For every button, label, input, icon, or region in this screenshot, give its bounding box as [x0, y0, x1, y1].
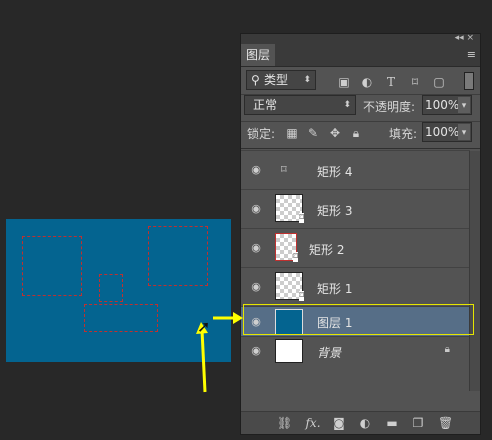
- folder-icon[interactable]: ▬: [385, 416, 399, 430]
- divider: [241, 148, 480, 149]
- filter-kind-label: 类型: [264, 73, 289, 87]
- fill-label: 填充:: [389, 127, 418, 141]
- fx-icon[interactable]: fx.: [303, 416, 323, 430]
- layer-row[interactable]: ◉ ⌑ 矩形 1: [241, 267, 470, 306]
- lock-label: 锁定:: [247, 127, 276, 141]
- lock-all-icon[interactable]: 🔒︎: [349, 126, 363, 140]
- eye-icon[interactable]: ◉: [249, 163, 263, 176]
- collapse-close-controls[interactable]: ◂◂ ×: [455, 33, 474, 43]
- shape-badge-icon: ⌑: [299, 291, 304, 301]
- opacity-label: 不透明度:: [363, 100, 416, 114]
- opacity-input[interactable]: 100% ▾: [422, 95, 472, 115]
- rect-selection: [84, 304, 158, 332]
- scrollbar[interactable]: [469, 151, 480, 391]
- layers-panel: ◂◂ × 图层 ≡ ⚲ 类型 ⬍ ▣ ◐ T ⌑ ▢ 正常 ⬍ 不透明度: 10…: [240, 33, 481, 435]
- document-canvas[interactable]: [6, 219, 231, 362]
- lock-transparent-pixels-icon[interactable]: ▦: [285, 126, 299, 140]
- shape-layer-icon: ⌑: [281, 163, 287, 176]
- panel-tab-bar: 图层 ≡: [241, 44, 480, 67]
- blend-mode-value: 正常: [253, 98, 278, 112]
- filter-toggle[interactable]: [464, 72, 474, 90]
- chevron-updown-icon: ⬍: [343, 100, 351, 110]
- layer-row[interactable]: ◉ ⌑ 矩形 2: [241, 228, 470, 267]
- shape-icon[interactable]: ⌑: [408, 75, 422, 89]
- rect-selection: [148, 226, 208, 286]
- layer-name: 矩形 4: [317, 165, 353, 179]
- move-cursor-icon: ➚: [197, 317, 211, 336]
- layer-row[interactable]: ◉ ⌑ 矩形 4: [241, 150, 470, 189]
- adjustment-layer-icon[interactable]: ◐: [358, 416, 372, 430]
- image-icon[interactable]: ▣: [337, 75, 351, 89]
- layer-name: 矩形 3: [317, 204, 353, 218]
- trash-icon[interactable]: 🗑︎: [438, 416, 453, 430]
- panel-menu-icon[interactable]: ≡: [467, 48, 476, 61]
- new-layer-icon[interactable]: ❐: [411, 416, 425, 430]
- adjustment-icon[interactable]: ◐: [360, 75, 374, 89]
- link-icon[interactable]: ⛓: [277, 416, 292, 430]
- eye-icon[interactable]: ◉: [249, 202, 263, 215]
- layer-name: 矩形 1: [317, 282, 353, 296]
- chevron-down-icon[interactable]: ▾: [458, 97, 470, 113]
- shape-badge-icon: ⌑: [299, 213, 304, 223]
- lock-icon: 🔒︎: [444, 344, 450, 355]
- tab-layers[interactable]: 图层: [241, 44, 275, 66]
- chevron-down-icon[interactable]: ▾: [458, 124, 470, 140]
- layer-thumbnail: ⌑: [275, 233, 298, 262]
- panel-top-strip: ◂◂ ×: [241, 33, 480, 44]
- shape-badge-icon: ⌑: [293, 252, 298, 262]
- eye-icon[interactable]: ◉: [249, 344, 263, 357]
- mask-icon[interactable]: ◙: [332, 416, 346, 430]
- lock-image-pixels-icon[interactable]: ✎: [306, 126, 320, 140]
- layer-row[interactable]: ◉ 背景 🔒︎: [241, 336, 470, 364]
- layer-name: 背景: [317, 346, 342, 360]
- chevron-updown-icon: ⬍: [303, 75, 311, 85]
- fill-value: 100%: [425, 125, 460, 139]
- search-icon: ⚲: [251, 73, 260, 87]
- lock-row: 锁定: ▦ ✎ ✥ 🔒︎ 填充: 100% ▾: [241, 122, 480, 148]
- panel-bottom-bar: ⛓ fx. ◙ ◐ ▬ ❐ 🗑︎: [241, 411, 480, 434]
- filter-row: ⚲ 类型 ⬍ ▣ ◐ T ⌑ ▢: [241, 67, 480, 93]
- highlight-box: [243, 304, 474, 335]
- fill-input[interactable]: 100% ▾: [422, 122, 472, 142]
- layer-thumbnail: [275, 339, 303, 363]
- layer-thumbnail: ⌑: [275, 272, 304, 301]
- smart-object-icon[interactable]: ▢: [432, 75, 446, 89]
- rect-selection: [99, 274, 123, 302]
- blend-row: 正常 ⬍ 不透明度: 100% ▾: [241, 95, 480, 121]
- layer-name: 矩形 2: [309, 243, 345, 257]
- opacity-value: 100%: [425, 98, 460, 112]
- blend-mode-select[interactable]: 正常 ⬍: [244, 95, 356, 115]
- layer-row[interactable]: ◉ ⌑ 矩形 3: [241, 189, 470, 228]
- lock-position-icon[interactable]: ✥: [328, 126, 342, 140]
- layer-thumbnail: ⌑: [275, 194, 304, 223]
- rect-selection: [22, 236, 82, 296]
- type-icon[interactable]: T: [384, 75, 398, 89]
- eye-icon[interactable]: ◉: [249, 280, 263, 293]
- eye-icon[interactable]: ◉: [249, 241, 263, 254]
- filter-kind-select[interactable]: ⚲ 类型 ⬍: [246, 70, 316, 90]
